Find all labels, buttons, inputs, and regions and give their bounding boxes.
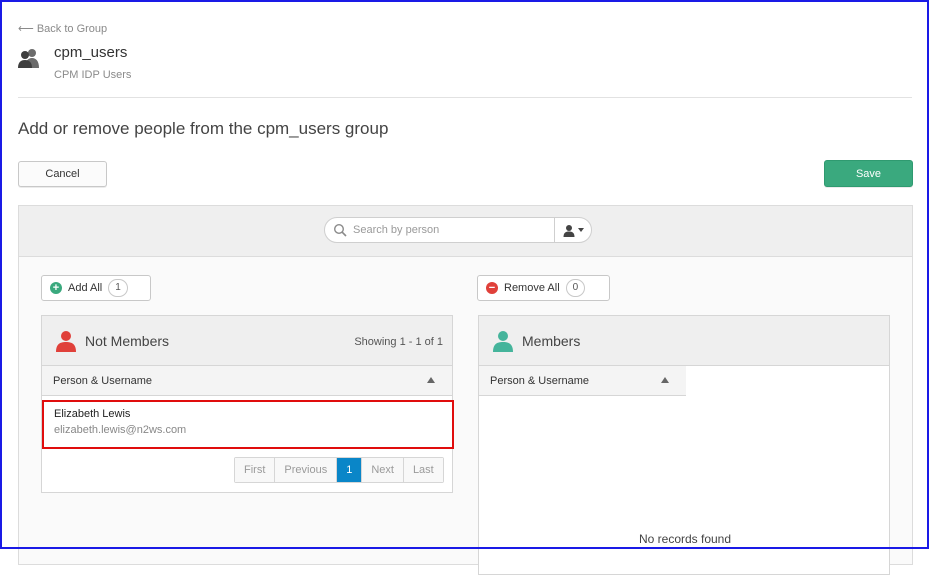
not-members-header: Not Members Showing 1 - 1 of 1 <box>42 316 452 366</box>
empty-state: No records found <box>638 532 732 546</box>
header-divider <box>18 97 912 98</box>
back-to-group-link[interactable]: ⟵ Back to Group <box>18 22 107 35</box>
membership-panel: + Add All 1 − Remove All 0 Not Members S… <box>18 205 913 575</box>
members-list: Members Person & Username No records fou… <box>478 315 890 575</box>
page-first[interactable]: First <box>235 458 276 482</box>
page-heading: Add or remove people from the cpm_users … <box>18 119 389 138</box>
search-bar <box>19 206 912 257</box>
members-header: Members <box>479 316 889 366</box>
members-title: Members <box>522 333 581 349</box>
page-next[interactable]: Next <box>362 458 404 482</box>
remove-all-count: 0 <box>565 279 586 297</box>
members-column-header-person[interactable]: Person & Username <box>479 366 686 396</box>
sort-asc-icon[interactable] <box>427 377 435 383</box>
remove-icon: − <box>486 282 498 294</box>
column-header-person[interactable]: Person & Username <box>42 366 452 396</box>
person-name: Elizabeth Lewis <box>54 408 131 420</box>
search-input[interactable] <box>351 223 551 237</box>
cancel-button[interactable]: Cancel <box>18 161 107 187</box>
members-column-header-label: Person & Username <box>490 374 590 387</box>
member-icon <box>493 331 513 352</box>
sort-asc-icon[interactable] <box>661 377 669 383</box>
group-description: CPM IDP Users <box>54 69 132 81</box>
remove-all-button[interactable]: − Remove All 0 <box>477 275 610 301</box>
person-filter-dropdown[interactable] <box>554 218 591 242</box>
search-box <box>324 217 592 243</box>
pagination: First Previous 1 Next Last <box>234 457 444 483</box>
add-all-label: Add All <box>68 282 103 294</box>
remove-all-label: Remove All <box>504 282 560 294</box>
search-icon <box>333 223 347 237</box>
group-icon <box>18 49 39 68</box>
page-last[interactable]: Last <box>403 458 443 482</box>
person-email: elizabeth.lewis@n2ws.com <box>54 424 187 436</box>
save-button[interactable]: Save <box>824 160 913 187</box>
not-members-title: Not Members <box>85 333 170 349</box>
add-icon: + <box>50 282 62 294</box>
table-row[interactable]: Elizabeth Lewis elizabeth.lewis@n2ws.com <box>42 400 454 449</box>
person-filter-icon <box>563 224 574 237</box>
page-current[interactable]: 1 <box>337 458 363 482</box>
not-member-icon <box>56 331 76 352</box>
add-all-count: 1 <box>108 279 128 297</box>
showing-count: Showing 1 - 1 of 1 <box>354 336 443 348</box>
add-all-button[interactable]: + Add All 1 <box>41 275 151 301</box>
column-header-label: Person & Username <box>53 374 153 387</box>
group-name: cpm_users <box>54 44 128 61</box>
page-previous[interactable]: Previous <box>275 458 338 482</box>
chevron-down-icon <box>577 228 584 232</box>
not-members-list: Not Members Showing 1 - 1 of 1 Person & … <box>41 315 454 493</box>
